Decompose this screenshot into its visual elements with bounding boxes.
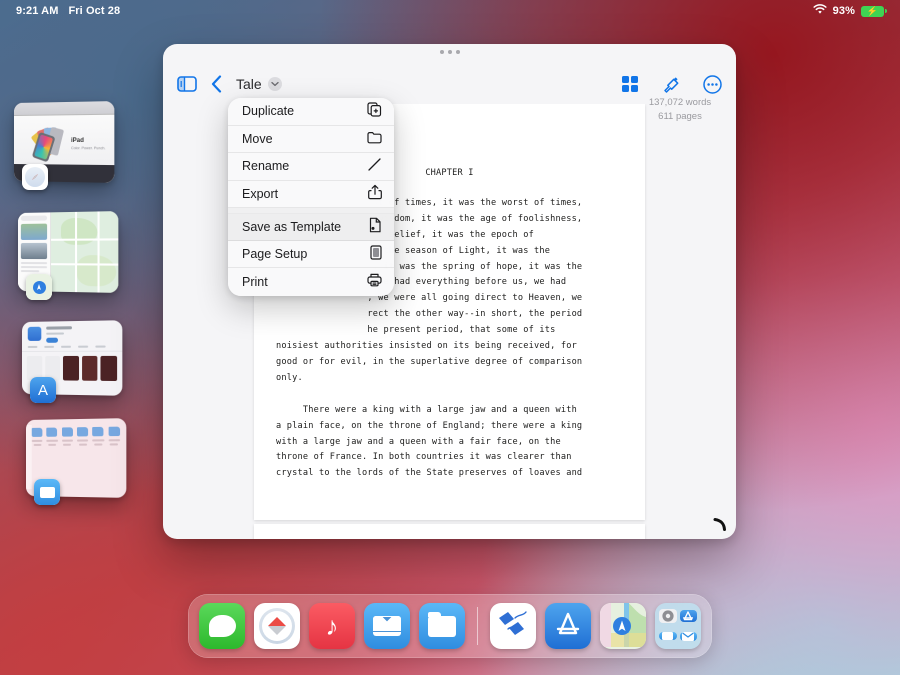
dock-item-maps[interactable] bbox=[600, 603, 646, 649]
word-count-panel: 137,072 words 611 pages bbox=[636, 96, 724, 124]
template-icon bbox=[368, 217, 382, 236]
page-footer-text: Dickens / Tale / 3 bbox=[254, 524, 645, 539]
more-circle-icon[interactable] bbox=[703, 74, 722, 94]
app-card-app-store[interactable]: A bbox=[22, 320, 123, 403]
format-brush-icon[interactable] bbox=[661, 74, 681, 94]
multitasking-grabber[interactable] bbox=[439, 50, 460, 54]
page-curl-icon[interactable] bbox=[712, 517, 727, 532]
app-card-safari[interactable]: iPad Color. Power. Punch. bbox=[14, 101, 115, 190]
status-bar-right: 93% ⚡ bbox=[813, 4, 887, 18]
files-icon bbox=[34, 479, 60, 505]
messages-icon bbox=[208, 615, 236, 637]
dock-item-pages[interactable] bbox=[490, 603, 536, 649]
pencil-icon bbox=[367, 157, 382, 175]
battery-percent: 93% bbox=[832, 5, 855, 17]
recent-app-mail-icon bbox=[679, 631, 697, 641]
menu-item-label: Rename bbox=[242, 159, 290, 174]
menu-item-label: Page Setup bbox=[242, 246, 308, 261]
ipad-home-screen: 9:21 AM Fri Oct 28 93% ⚡ iPad Color. Pow… bbox=[0, 0, 900, 675]
page-setup-icon bbox=[370, 245, 382, 263]
dock-item-mail[interactable] bbox=[364, 603, 410, 649]
menu-item-label: Save as Template bbox=[242, 219, 342, 234]
sidebar-icon[interactable] bbox=[177, 76, 197, 92]
menu-item-export[interactable]: Export bbox=[228, 181, 394, 208]
app-store-icon: A bbox=[30, 377, 56, 403]
grid-view-icon[interactable] bbox=[621, 75, 639, 93]
printer-icon bbox=[367, 273, 382, 290]
app-card-maps[interactable] bbox=[18, 211, 119, 300]
music-icon: ♪ bbox=[325, 610, 339, 641]
recent-app-store-icon bbox=[679, 609, 697, 622]
dock-item-app-store[interactable] bbox=[545, 603, 591, 649]
folder-icon bbox=[367, 131, 382, 147]
files-icon bbox=[428, 612, 456, 637]
dock: ♪ bbox=[188, 594, 712, 658]
chevron-down-icon[interactable] bbox=[267, 77, 282, 91]
word-count-words: 137,072 words bbox=[648, 97, 712, 108]
app-card-files[interactable] bbox=[26, 418, 127, 505]
safari-icon bbox=[259, 608, 295, 644]
maps-icon bbox=[600, 603, 646, 649]
menu-item-label: Move bbox=[242, 131, 273, 146]
app-store-icon bbox=[554, 611, 582, 642]
menu-item-label: Duplicate bbox=[242, 104, 295, 119]
document-context-menu[interactable]: Duplicate Move Rename Export Save as Tem… bbox=[228, 98, 394, 296]
duplicate-icon bbox=[367, 102, 382, 120]
document-title-text: Tale bbox=[236, 76, 262, 92]
menu-item-duplicate[interactable]: Duplicate bbox=[228, 98, 394, 126]
toolbar-left-group: Tale bbox=[177, 75, 282, 93]
dock-item-messages[interactable] bbox=[199, 603, 245, 649]
document-title[interactable]: Tale bbox=[236, 76, 282, 92]
dock-item-music[interactable]: ♪ bbox=[309, 603, 355, 649]
status-bar-left: 9:21 AM Fri Oct 28 bbox=[16, 5, 120, 17]
toolbar-right-group bbox=[621, 74, 722, 94]
page-caption: iPad Color. Power. Punch. bbox=[71, 137, 106, 151]
maps-icon bbox=[26, 274, 52, 300]
word-count-pages: 611 pages bbox=[658, 111, 702, 122]
dock-item-files[interactable] bbox=[419, 603, 465, 649]
document-page-footer[interactable]: Dickens / Tale / 3 bbox=[254, 524, 645, 539]
menu-item-label: Export bbox=[242, 186, 279, 201]
dock-item-recents[interactable] bbox=[655, 603, 701, 649]
dock-item-safari[interactable] bbox=[254, 603, 300, 649]
chevron-left-icon[interactable] bbox=[211, 75, 222, 93]
status-bar: 9:21 AM Fri Oct 28 93% ⚡ bbox=[0, 0, 900, 22]
menu-item-print[interactable]: Print bbox=[228, 268, 394, 296]
browser-chrome bbox=[14, 101, 115, 116]
recent-app-files-icon bbox=[659, 632, 677, 641]
status-date: Fri Oct 28 bbox=[68, 5, 121, 17]
files-grid bbox=[26, 418, 126, 454]
map-search-field[interactable] bbox=[20, 215, 48, 221]
wifi-icon bbox=[813, 4, 827, 18]
menu-item-move[interactable]: Move bbox=[228, 126, 394, 153]
dock-divider bbox=[477, 607, 478, 645]
mail-icon bbox=[373, 616, 401, 636]
recent-app-settings-icon bbox=[659, 608, 677, 623]
share-icon bbox=[368, 184, 382, 203]
status-time: 9:21 AM bbox=[16, 5, 59, 17]
menu-item-page-setup[interactable]: Page Setup bbox=[228, 241, 394, 268]
menu-item-save-as-template[interactable]: Save as Template bbox=[228, 213, 394, 241]
menu-item-rename[interactable]: Rename bbox=[228, 153, 394, 181]
pages-icon bbox=[496, 609, 530, 644]
safari-icon bbox=[22, 164, 48, 190]
store-header bbox=[22, 320, 122, 346]
battery-charging-icon: ⚡ bbox=[861, 5, 887, 17]
menu-item-label: Print bbox=[242, 274, 268, 289]
